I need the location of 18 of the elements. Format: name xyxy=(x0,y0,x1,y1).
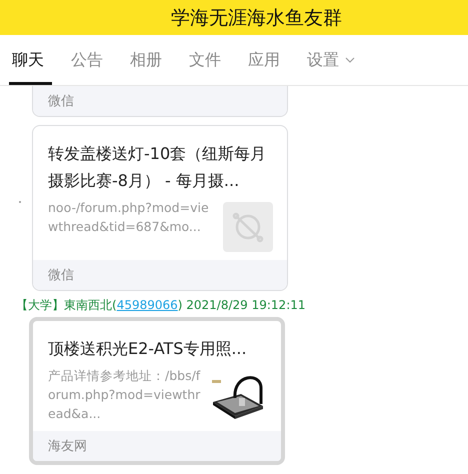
card-description: 产品详情参考地址：/bbs/forum.php?mod=viewthread&a... xyxy=(48,367,202,423)
tab[interactable]: 文件 xyxy=(186,35,229,85)
sender-line: 【大学】東南西北(45989066) 2021/8/29 19:12:11 xyxy=(16,297,306,314)
tab[interactable]: 公告 xyxy=(68,35,111,85)
group-title: 学海无涯海水鱼友群 xyxy=(171,6,342,30)
chevron-down-icon xyxy=(345,57,355,63)
card-description: noo-/forum.php?mod=viewthread&tid=687&mo... xyxy=(48,199,210,236)
link-card[interactable]: 顶楼送积光E2-ATS专用照... 产品详情参考地址：/bbs/forum.php?mod=viewthread&a... 海友网 xyxy=(29,317,285,465)
card-title: 转发盖楼送灯-10套（纽斯每月摄影比赛-8月） - 每月摄... xyxy=(48,143,268,192)
card-title: 顶楼送积光E2-ATS专用照... xyxy=(48,338,248,360)
tab[interactable]: 设置 xyxy=(304,35,363,85)
card-source: 海友网 xyxy=(33,431,281,461)
user-id-link[interactable]: 45989066 xyxy=(116,298,178,312)
link-card[interactable]: 微信 xyxy=(32,86,288,117)
tab[interactable]: 相册 xyxy=(127,35,170,85)
link-card[interactable]: 转发盖楼送灯-10套（纽斯每月摄影比赛-8月） - 每月摄... noo-/forum.php?mod=viewthread&tid=687&mo... 微信 xyxy=(32,125,288,291)
tab[interactable]: 应用 xyxy=(245,35,288,85)
card-source: 微信 xyxy=(33,260,287,290)
